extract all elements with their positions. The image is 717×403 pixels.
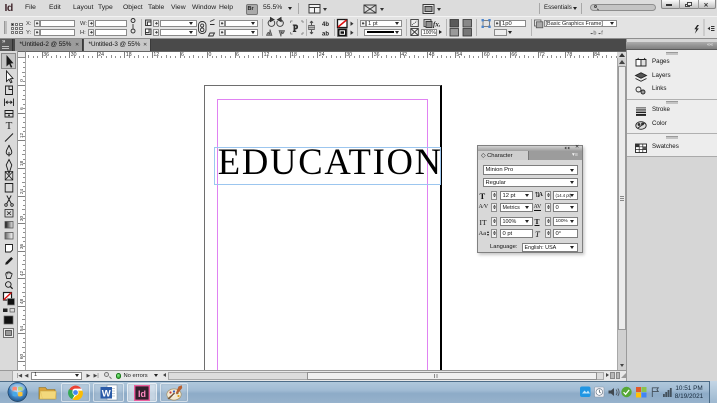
svg-text:4b: 4b (322, 22, 329, 28)
svg-text:W: W (102, 388, 111, 399)
svg-text:T: T (6, 120, 13, 132)
svg-text:P: P (293, 24, 298, 34)
svg-text:fx.: fx. (433, 21, 441, 29)
svg-text:◒b ◒f: ◒b ◒f (590, 31, 603, 37)
svg-text:ab: ab (322, 32, 329, 38)
svg-text:Id: Id (138, 388, 146, 398)
